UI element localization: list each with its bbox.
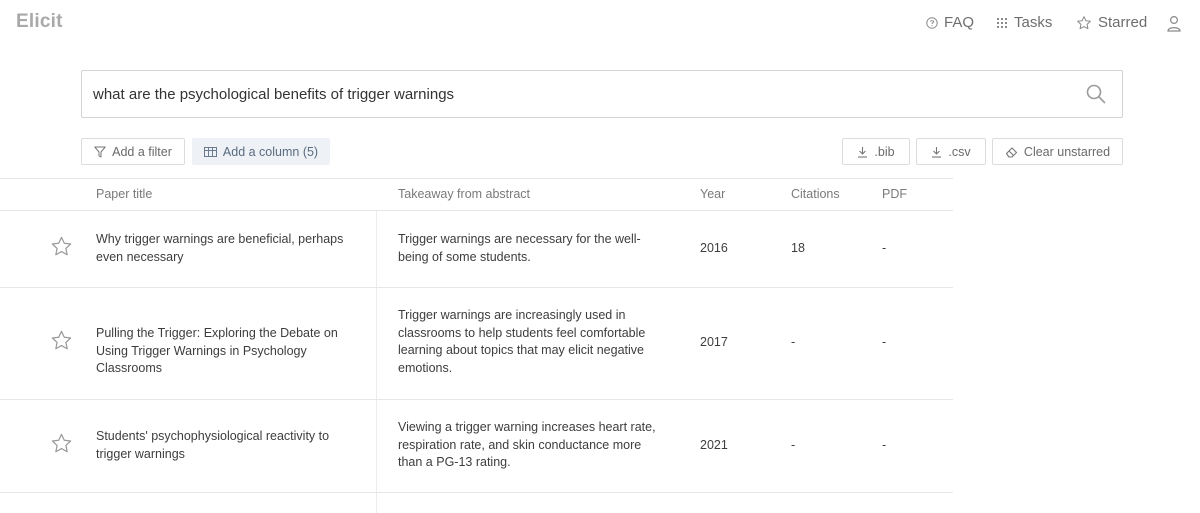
star-icon[interactable] — [50, 432, 73, 455]
add-filter-label: Add a filter — [112, 144, 172, 159]
table-row[interactable]: Students' psychophysiological reactivity… — [0, 400, 953, 493]
citations-cell: - — [791, 335, 796, 349]
header-pdf[interactable]: PDF — [882, 187, 907, 201]
citations-cell: 18 — [791, 241, 805, 255]
table-columns-icon — [203, 146, 217, 157]
column-divider — [376, 493, 377, 513]
year-cell: 2021 — [700, 438, 728, 452]
header-citations[interactable]: Citations — [791, 187, 840, 201]
nav-tasks[interactable]: Tasks — [996, 14, 1052, 31]
nav-faq-label: FAQ — [944, 14, 975, 31]
clear-unstarred-label: Clear unstarred — [1023, 144, 1111, 159]
paper-title[interactable]: Why trigger warnings are beneficial, per… — [96, 231, 366, 266]
header-paper-title[interactable]: Paper title — [96, 187, 152, 201]
add-filter-button[interactable]: Add a filter — [81, 138, 185, 165]
pdf-cell: - — [882, 335, 887, 349]
add-column-button[interactable]: Add a column (5) — [192, 138, 330, 165]
star-icon[interactable] — [50, 329, 73, 352]
download-bib-label: .bib — [874, 144, 895, 159]
nav-tasks-label: Tasks — [1014, 14, 1053, 31]
takeaway-text: Trigger warnings are necessary for the w… — [398, 232, 641, 264]
header-year[interactable]: Year — [700, 187, 725, 201]
search-input[interactable] — [93, 71, 1073, 117]
search-icon[interactable] — [1086, 84, 1106, 104]
app-logo[interactable]: Elicit — [16, 11, 63, 33]
add-column-label: Add a column (5) — [222, 144, 319, 159]
clear-unstarred-button[interactable]: Clear unstarred — [992, 138, 1123, 165]
nav-starred-label: Starred — [1098, 14, 1148, 31]
paper-title[interactable]: Students' psychophysiological reactivity… — [96, 428, 366, 463]
column-divider — [376, 211, 377, 287]
download-csv-button[interactable]: .csv — [916, 138, 986, 165]
filter-icon — [94, 146, 106, 157]
year-cell: 2017 — [700, 335, 728, 349]
takeaway-text: Viewing a trigger warning increases hear… — [398, 420, 656, 470]
grid-dots-icon — [997, 17, 1007, 28]
paper-title[interactable]: Pulling the Trigger: Exploring the Debat… — [96, 325, 366, 378]
takeaway-text: Trigger warnings are increasingly used i… — [398, 308, 646, 375]
search-box — [81, 70, 1123, 118]
user-account-button[interactable] — [1166, 15, 1182, 37]
download-bib-button[interactable]: .bib — [842, 138, 910, 165]
help-circle-icon — [926, 16, 938, 29]
user-icon — [1167, 15, 1181, 32]
citations-cell: - — [791, 438, 796, 452]
column-divider — [376, 288, 377, 399]
nav-starred[interactable]: Starred — [1076, 14, 1147, 31]
pdf-cell: - — [882, 438, 887, 452]
table-row[interactable]: Why trigger warnings are beneficial, per… — [0, 211, 953, 288]
nav-faq[interactable]: FAQ — [926, 14, 974, 31]
table-header-row: Paper title Takeaway from abstract Year … — [0, 178, 953, 211]
year-cell: 2016 — [700, 241, 728, 255]
download-csv-label: .csv — [948, 144, 971, 159]
results-table: Paper title Takeaway from abstract Year … — [0, 178, 953, 513]
star-icon[interactable] — [50, 235, 73, 258]
pdf-cell: - — [882, 241, 887, 255]
table-row[interactable] — [0, 493, 953, 513]
table-row[interactable]: Pulling the Trigger: Exploring the Debat… — [0, 288, 953, 400]
column-divider — [376, 400, 377, 492]
star-icon — [1077, 15, 1091, 29]
eraser-icon — [1005, 146, 1017, 158]
top-bar: Elicit FAQ Tasks Starred — [0, 0, 1200, 46]
header-takeaway[interactable]: Takeaway from abstract — [398, 187, 530, 201]
download-icon — [858, 146, 868, 158]
download-icon — [932, 146, 942, 158]
